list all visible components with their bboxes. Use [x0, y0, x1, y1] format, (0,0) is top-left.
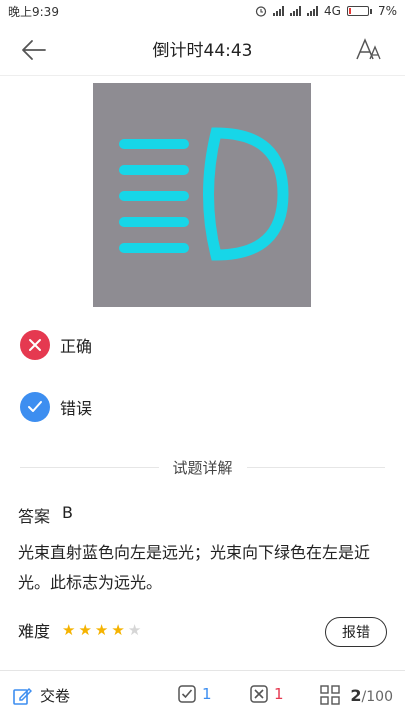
- battery-level: 7%: [377, 4, 397, 18]
- star-filled-icon: ★: [111, 621, 125, 639]
- edit-icon: [13, 687, 32, 705]
- check-box-icon: [178, 685, 196, 703]
- detail-divider: 试题详解: [20, 457, 386, 477]
- close-icon: [20, 330, 50, 360]
- font-size-button[interactable]: [355, 37, 385, 63]
- report-error-button[interactable]: 报错: [325, 617, 387, 647]
- x-box-icon: [250, 685, 268, 703]
- alarm-icon: [255, 6, 267, 17]
- signal-icon-3: [307, 6, 319, 16]
- option-wrong[interactable]: 错误: [20, 392, 92, 422]
- current-question: 2: [350, 685, 362, 705]
- answer-label: 答案: [18, 507, 51, 526]
- option-label: 错误: [60, 399, 93, 418]
- option-correct[interactable]: 正确: [20, 330, 92, 360]
- star-filled-icon: ★: [78, 621, 92, 639]
- page-title: 倒计时44:43: [152, 41, 253, 61]
- status-bar: 晚上9:39 4G 7%: [0, 0, 405, 22]
- top-bar: 倒计时44:43: [0, 22, 405, 76]
- explanation-text: 光束直射蓝色向左是远光；光束向下绿色在左是近光。此标志为远光。: [18, 543, 371, 592]
- detail-heading: 试题详解: [172, 458, 233, 477]
- difficulty-row: 难度 ★ ★ ★ ★ ★: [18, 618, 141, 642]
- bottom-bar: 交卷 1 1 2/100: [0, 670, 405, 720]
- star-empty-icon: ★: [127, 621, 142, 639]
- submit-label: 交卷: [40, 687, 71, 705]
- option-label: 正确: [60, 337, 93, 356]
- signal-icon: [273, 6, 285, 16]
- status-time: 晚上9:39: [8, 4, 59, 19]
- divider-line: [20, 466, 159, 468]
- wrong-count[interactable]: 1: [250, 685, 284, 703]
- check-icon: [20, 392, 50, 422]
- difficulty-stars: ★ ★ ★ ★ ★: [62, 621, 141, 639]
- question-progress[interactable]: 2/100: [320, 685, 393, 705]
- network-type: 4G: [324, 4, 341, 18]
- star-filled-icon: ★: [94, 621, 109, 639]
- answer-value: B: [62, 503, 73, 522]
- star-filled-icon: ★: [62, 621, 76, 639]
- answer-row: 答案 B: [18, 503, 73, 527]
- correct-count-value: 1: [202, 685, 212, 703]
- status-icons: 4G 7%: [255, 4, 397, 18]
- correct-count[interactable]: 1: [178, 685, 212, 703]
- submit-exam-button[interactable]: 交卷: [12, 685, 70, 706]
- signal-icon-2: [290, 6, 302, 16]
- high-beam-indicator-icon: [119, 127, 289, 261]
- grid-icon: [320, 685, 341, 705]
- total-questions: /100: [361, 688, 393, 705]
- wrong-count-value: 1: [274, 685, 284, 703]
- battery-icon: [346, 6, 372, 16]
- back-button[interactable]: [18, 36, 48, 64]
- font-size-icon: [356, 38, 381, 60]
- difficulty-label: 难度: [18, 622, 51, 641]
- arrow-left-icon: [22, 40, 46, 60]
- divider-line: [246, 466, 386, 468]
- question-image: [93, 83, 311, 307]
